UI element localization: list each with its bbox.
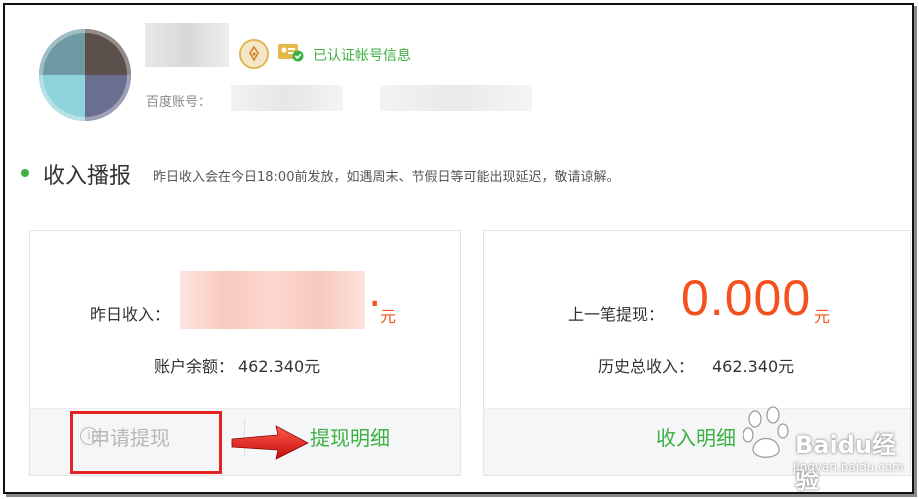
yesterday-income-unit: 元 [380,307,397,326]
last-withdraw-unit: 元 [814,307,831,326]
balance-value: 462.340元 [238,357,321,376]
account-label: 百度账号： [146,95,212,110]
withdraw-detail-link[interactable]: 提现明细 [310,422,390,451]
account-id-blurred [231,85,343,111]
id-card-verified-icon[interactable] [277,41,305,63]
income-detail-link[interactable]: 收入明细 [656,422,736,451]
screenshot-frame: 已认证帐号信息 百度账号： 收入播报 昨日收入会在今日18:00前发放，如遇周末… [3,3,914,494]
yesterday-income-label: 昨日收入： [90,305,171,324]
avatar[interactable] [39,29,131,121]
avatar-ring [39,29,131,121]
section-dot [21,169,29,177]
highlight-box [70,411,222,474]
account-id-blurred [380,85,532,111]
section-note: 昨日收入会在今日18:00前发放，如遇周末、节假日等可能出现延迟，敬请谅解。 [153,170,620,185]
total-income-value: 462.340元 [712,357,795,376]
red-arrow-icon [231,425,309,460]
last-withdraw-label: 上一笔提现： [568,305,665,324]
balance-label: 账户余额： [154,357,235,376]
total-income-label: 历史总收入： [598,357,695,376]
section-title: 收入播报 [43,164,132,189]
watermark-site: jingyan.baidu.com [793,460,904,474]
yesterday-income-blurred [180,271,365,329]
last-withdraw-value: 0.000 [681,270,812,326]
baidu-paw-icon [743,406,789,458]
pen-medal-icon[interactable] [239,39,269,69]
verified-account-link[interactable]: 已认证帐号信息 [313,45,411,65]
username-blurred [145,23,229,67]
